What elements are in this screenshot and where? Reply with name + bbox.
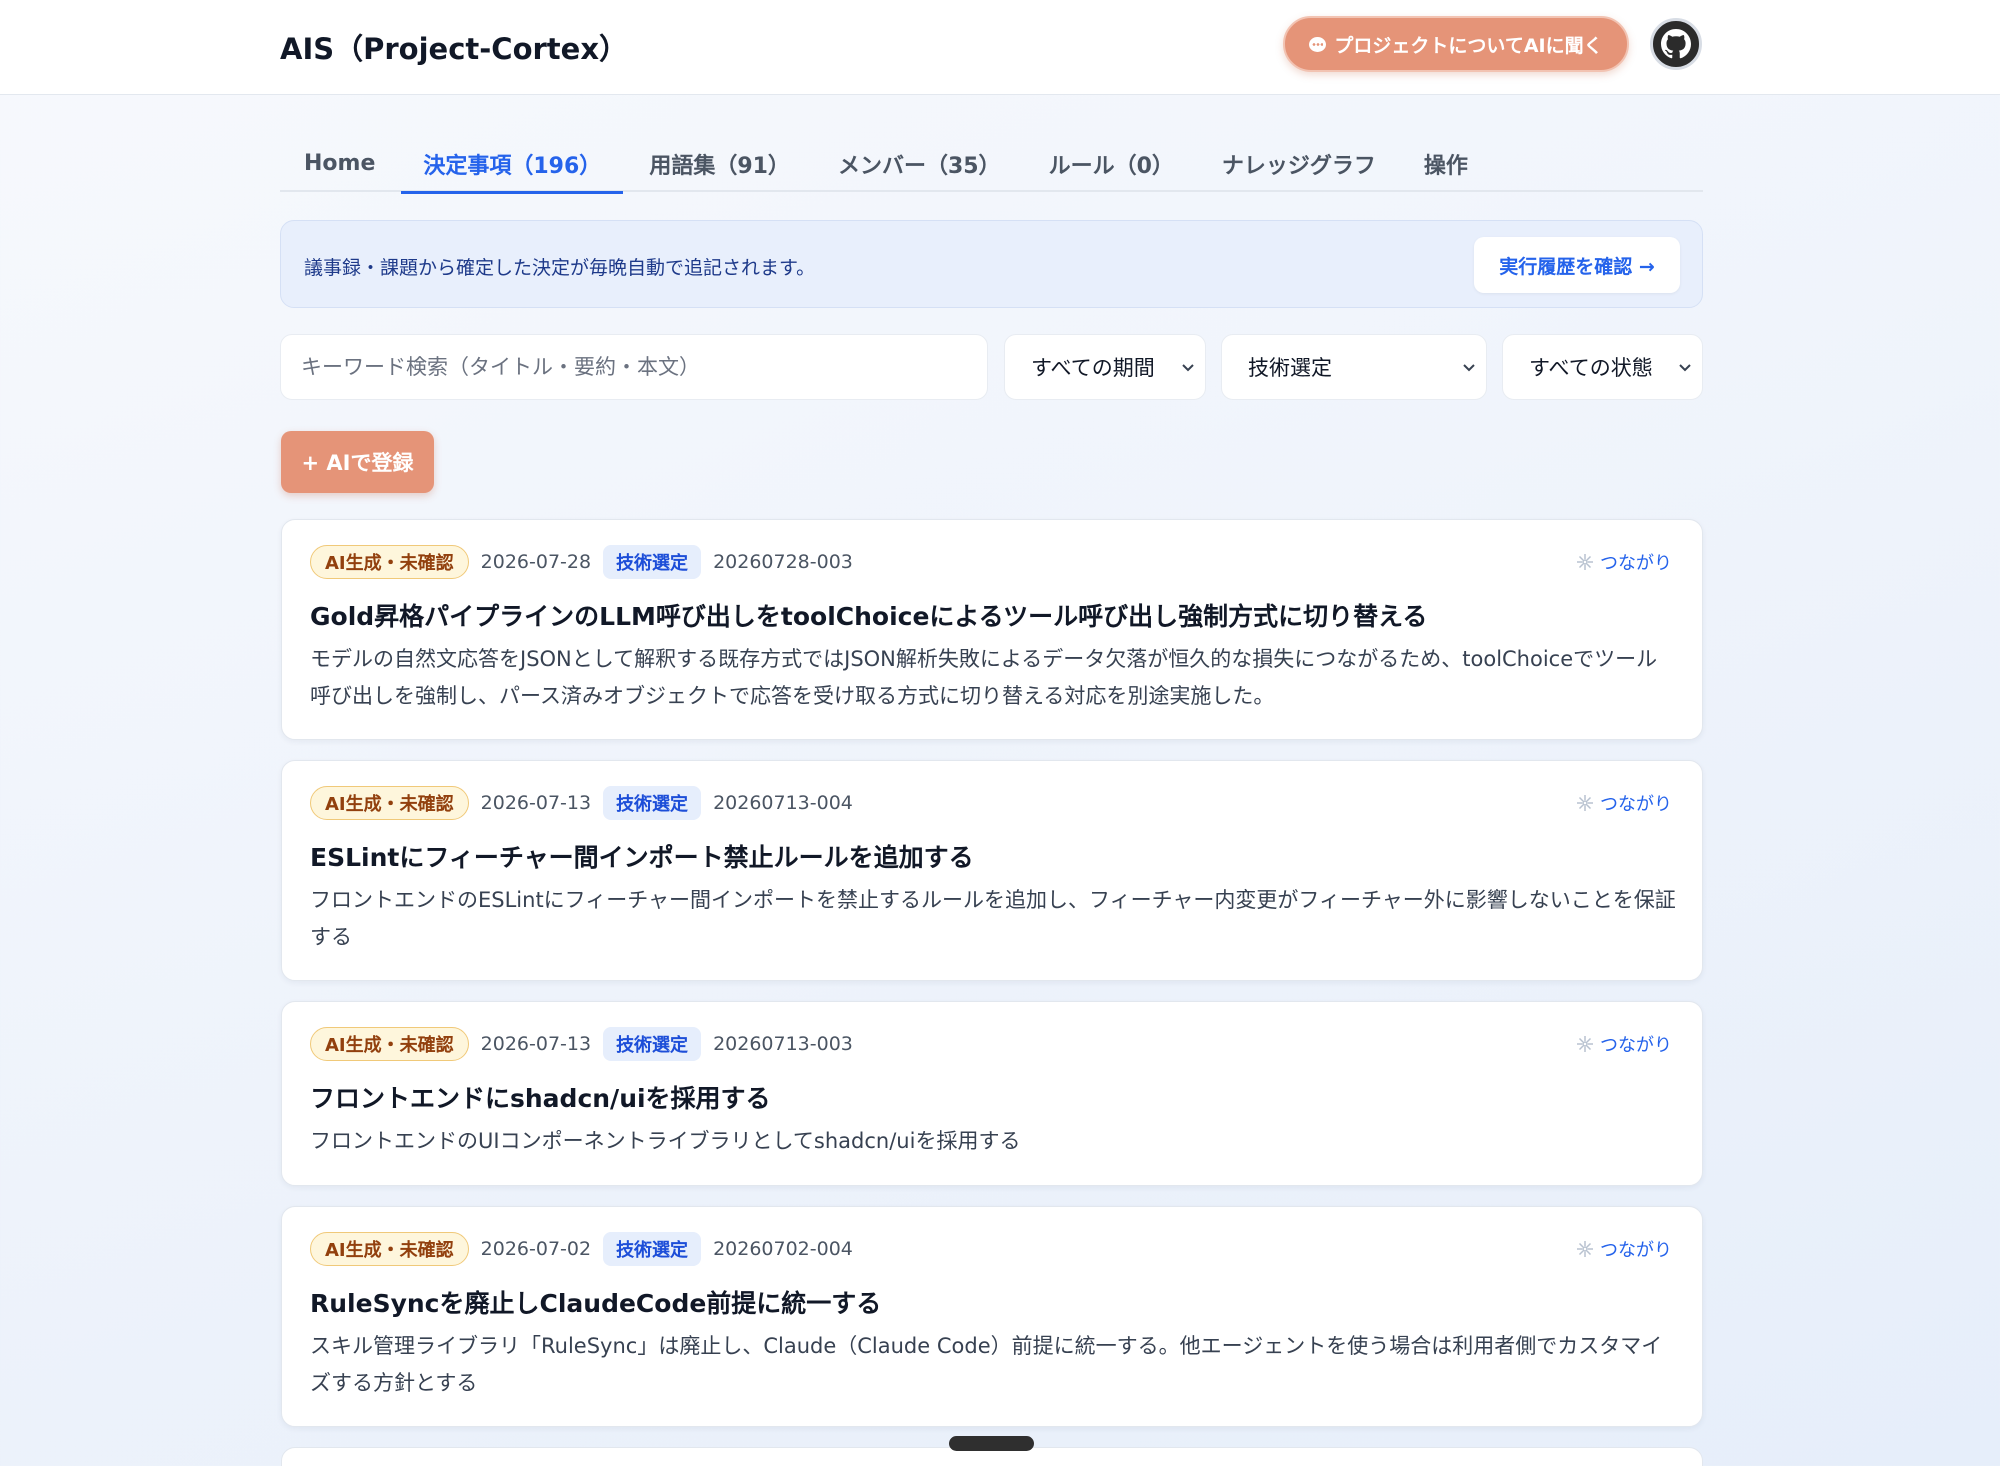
keyword-search-input[interactable] <box>280 334 988 400</box>
github-icon <box>1661 29 1691 59</box>
card-summary: モデルの自然文応答をJSONとして解釈する既存方式ではJSON解析失敗によるデー… <box>310 647 1658 708</box>
info-banner: 議事録・課題から確定した決定が毎晩自動で追記されます。 実行履歴を確認 → <box>280 220 1703 308</box>
decision-id: 20260728-003 <box>713 551 853 573</box>
tab-home[interactable]: Home <box>280 135 399 192</box>
category-badge: 技術選定 <box>603 545 702 579</box>
connections-link[interactable]: つながり <box>1576 1236 1672 1262</box>
decision-id: 20260713-004 <box>713 792 853 814</box>
period-select-value: すべての期間 <box>1031 356 1155 380</box>
tab-knowledge-graph[interactable]: ナレッジグラフ <box>1198 135 1400 192</box>
decision-card[interactable]: AI生成・未確認 2026-07-02 技術選定 20260702-004 つな… <box>281 1206 1703 1427</box>
decision-card[interactable]: AI生成・未確認 2026-07-13 技術選定 20260713-003 つな… <box>281 1001 1703 1186</box>
info-banner-text: 議事録・課題から確定した決定が毎晩自動で追記されます。 <box>304 257 816 279</box>
card-title: ESLintにフィーチャー間インポート禁止ルールを追加する <box>310 843 974 872</box>
card-date: 2026-07-28 <box>480 551 592 573</box>
tab-operations[interactable]: 操作 <box>1400 135 1492 192</box>
card-meta: AI生成・未確認 2026-07-13 技術選定 20260713-003 <box>310 1027 853 1061</box>
add-with-ai-button[interactable]: + AIで登録 <box>281 431 434 493</box>
card-title: フロントエンドにshadcn/uiを採用する <box>310 1084 771 1113</box>
connections-label: つながり <box>1600 794 1672 815</box>
ai-unconfirmed-badge: AI生成・未確認 <box>310 1027 469 1061</box>
tab-rules[interactable]: ルール（0） <box>1025 135 1198 192</box>
card-summary: スキル管理ライブラリ「RuleSync」は廃止し、Claude（Claude C… <box>310 1334 1663 1395</box>
chevron-down-icon <box>1463 364 1475 372</box>
ai-unconfirmed-badge: AI生成・未確認 <box>310 1232 469 1266</box>
top-header: AIS（Project-Cortex） プロジェクトについてAIに聞く <box>0 0 2000 95</box>
chat-bubble-icon <box>1309 36 1327 52</box>
connections-label: つながり <box>1600 553 1672 574</box>
scroll-indicator[interactable] <box>949 1436 1034 1451</box>
network-icon <box>1577 554 1593 570</box>
ai-unconfirmed-badge: AI生成・未確認 <box>310 545 469 579</box>
decision-id: 20260702-004 <box>713 1238 853 1260</box>
connections-link[interactable]: つながり <box>1576 790 1672 816</box>
decision-card[interactable]: AI生成・未確認 2026-07-13 技術選定 20260713-004 つな… <box>281 760 1703 981</box>
connections-label: つながり <box>1600 1035 1672 1056</box>
period-select[interactable]: すべての期間 <box>1004 334 1206 400</box>
tab-members[interactable]: メンバー（35） <box>814 135 1025 192</box>
chevron-down-icon <box>1182 364 1194 372</box>
status-select[interactable]: すべての状態 <box>1502 334 1703 400</box>
decision-card[interactable]: AI生成・未確認 2026-07-28 技術選定 20260728-003 つな… <box>281 519 1703 740</box>
card-date: 2026-07-13 <box>480 1033 592 1055</box>
connections-label: つながり <box>1600 1240 1672 1261</box>
view-history-button[interactable]: 実行履歴を確認 → <box>1474 237 1680 293</box>
network-icon <box>1577 1241 1593 1257</box>
card-summary: フロントエンドのESLintにフィーチャー間インポートを禁止するルールを追加し、… <box>310 888 1676 949</box>
main-tabs: Home 決定事項（196） 用語集（91） メンバー（35） ルール（0） ナ… <box>280 135 1703 194</box>
category-badge: 技術選定 <box>603 1232 702 1266</box>
card-meta: AI生成・未確認 2026-07-28 技術選定 20260728-003 <box>310 545 853 579</box>
category-badge: 技術選定 <box>603 1027 702 1061</box>
card-date: 2026-07-13 <box>480 792 592 814</box>
chevron-down-icon <box>1679 364 1691 372</box>
github-button[interactable] <box>1650 18 1702 70</box>
card-meta: AI生成・未確認 2026-07-02 技術選定 20260702-004 <box>310 1232 853 1266</box>
network-icon <box>1577 1036 1593 1052</box>
category-select-value: 技術選定 <box>1248 356 1332 380</box>
connections-link[interactable]: つながり <box>1576 1031 1672 1057</box>
tab-glossary[interactable]: 用語集（91） <box>625 135 814 192</box>
decision-id: 20260713-003 <box>713 1033 853 1055</box>
tab-decisions[interactable]: 決定事項（196） <box>399 135 625 194</box>
connections-link[interactable]: つながり <box>1576 549 1672 575</box>
status-select-value: すべての状態 <box>1529 356 1653 380</box>
card-date: 2026-07-02 <box>480 1238 592 1260</box>
ask-ai-button[interactable]: プロジェクトについてAIに聞く <box>1283 16 1629 72</box>
card-meta: AI生成・未確認 2026-07-13 技術選定 20260713-004 <box>310 786 853 820</box>
network-icon <box>1577 795 1593 811</box>
ask-ai-label: プロジェクトについてAIに聞く <box>1334 34 1603 57</box>
card-summary: フロントエンドのUIコンポーネントライブラリとしてshadcn/uiを採用する <box>310 1129 1021 1153</box>
app-title: AIS（Project-Cortex） <box>280 32 629 66</box>
category-select[interactable]: 技術選定 <box>1221 334 1487 400</box>
card-title: RuleSyncを廃止しClaudeCode前提に統一する <box>310 1289 882 1318</box>
category-badge: 技術選定 <box>603 786 702 820</box>
ai-unconfirmed-badge: AI生成・未確認 <box>310 786 469 820</box>
card-title: Gold昇格パイプラインのLLM呼び出しをtoolChoiceによるツール呼び出… <box>310 602 1428 631</box>
